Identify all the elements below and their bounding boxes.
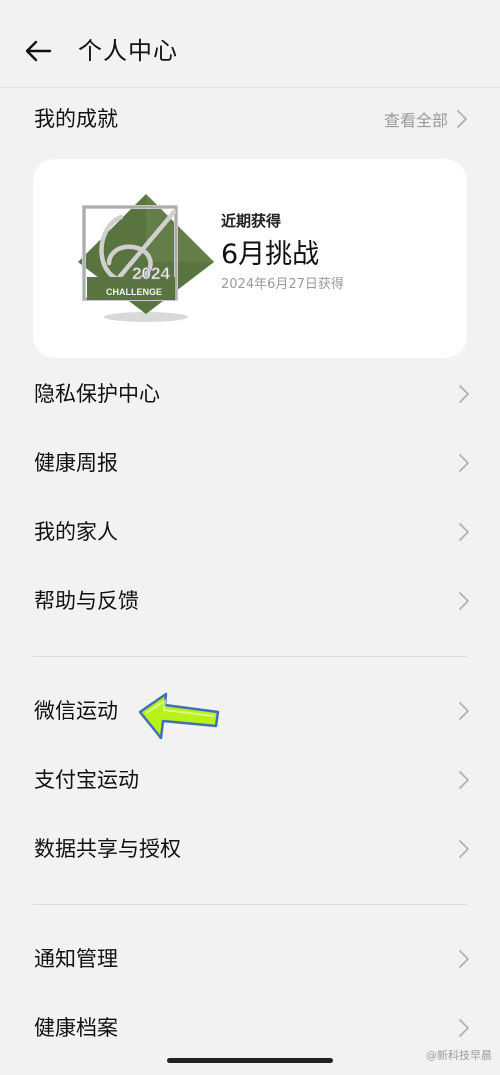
- menu-item-label: 微信运动: [34, 699, 118, 723]
- menu-item-label: 通知管理: [34, 947, 118, 971]
- view-all-button[interactable]: 查看全部: [384, 107, 468, 131]
- badge-year: 2024: [132, 264, 170, 283]
- challenge-badge: 2024 CHALLENGE: [73, 189, 219, 335]
- chevron-right-icon: [459, 702, 469, 720]
- watermark: @新科技早晨: [426, 1049, 492, 1062]
- menu-item-help-feedback[interactable]: 帮助与反馈: [0, 573, 500, 629]
- section-divider: [33, 656, 467, 657]
- back-arrow-icon: [25, 40, 52, 62]
- menu-item-health-records[interactable]: 健康档案: [0, 1000, 500, 1056]
- chevron-right-icon: [459, 523, 469, 541]
- view-all-label: 查看全部: [383, 111, 448, 130]
- chevron-right-icon: [459, 454, 469, 472]
- chevron-right-icon: [459, 950, 469, 968]
- chevron-right-icon: [457, 110, 467, 128]
- page-title: 个人中心: [78, 37, 178, 65]
- menu-item-label: 隐私保护中心: [34, 382, 160, 406]
- chevron-right-icon: [459, 840, 469, 858]
- header-divider: [0, 87, 500, 88]
- menu-item-label: 我的家人: [34, 520, 118, 544]
- achievement-date: 2024年6月27日获得: [221, 277, 344, 292]
- menu-item-label: 数据共享与授权: [34, 837, 181, 861]
- badge-label: CHALLENGE: [106, 287, 162, 297]
- back-button[interactable]: [22, 34, 56, 68]
- challenge-badge-icon: 2024 CHALLENGE: [78, 194, 214, 322]
- personal-center-screen: 个人中心 我的成就 查看全部 2024 CHALLENGE 近期获得 6月挑战 …: [0, 0, 500, 1075]
- achievements-header: 我的成就 查看全部: [0, 94, 500, 144]
- annotation-arrow-icon: [138, 692, 220, 740]
- achievement-name: 6月挑战: [221, 239, 320, 270]
- achievements-title: 我的成就: [34, 107, 118, 131]
- menu-item-wechat-sport[interactable]: 微信运动: [0, 683, 500, 739]
- recent-achievement-card[interactable]: 2024 CHALLENGE 近期获得 6月挑战 2024年6月27日获得: [33, 159, 467, 358]
- menu-item-notification-management[interactable]: 通知管理: [0, 931, 500, 987]
- menu-item-health-weekly[interactable]: 健康周报: [0, 435, 500, 491]
- menu-item-label: 帮助与反馈: [34, 589, 139, 613]
- achievement-info: 近期获得 6月挑战 2024年6月27日获得: [221, 211, 344, 294]
- section-divider: [33, 904, 467, 905]
- header-bar: 个人中心: [0, 0, 500, 88]
- achievement-caption: 近期获得: [221, 212, 282, 230]
- menu-item-label: 健康周报: [34, 451, 118, 475]
- menu-item-privacy-center[interactable]: 隐私保护中心: [0, 366, 500, 422]
- chevron-right-icon: [459, 385, 469, 403]
- menu-item-my-family[interactable]: 我的家人: [0, 504, 500, 560]
- menu-item-alipay-sport[interactable]: 支付宝运动: [0, 752, 500, 808]
- chevron-right-icon: [459, 771, 469, 789]
- home-indicator[interactable]: [167, 1058, 333, 1063]
- menu-item-label: 健康档案: [34, 1016, 118, 1040]
- chevron-right-icon: [459, 592, 469, 610]
- chevron-right-icon: [459, 1019, 469, 1037]
- menu-item-data-sharing[interactable]: 数据共享与授权: [0, 821, 500, 877]
- menu-item-label: 支付宝运动: [34, 768, 139, 792]
